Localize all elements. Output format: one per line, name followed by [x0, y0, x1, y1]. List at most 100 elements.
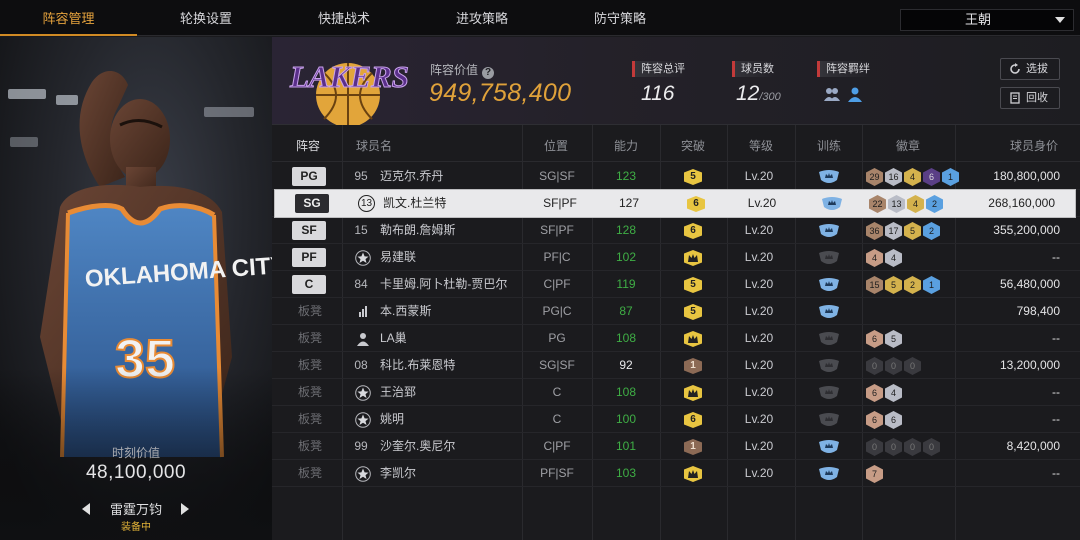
player-level: Lv.20: [744, 304, 774, 318]
training-icon[interactable]: [817, 439, 841, 455]
lineup-value-label: 阵容价值?: [430, 61, 495, 79]
table-row[interactable]: C 84 卡里姆.阿卜杜勒-贾巴尔 C|PF 119 5 Lv.20 15 5 2 1 56,480,…: [272, 271, 1080, 298]
player-position: SF|PF: [543, 196, 577, 210]
lineup-slot-bench: 板凳: [298, 358, 323, 372]
table-row[interactable]: 板凳 99 沙奎尔.奥尼尔 C|PF 101 1 Lv.20 0 0 0 0 8,420,000: [272, 433, 1080, 460]
refresh-icon: [1010, 63, 1020, 74]
table-row[interactable]: 板凳 王治郅 C 108 Lv.20 6 4 --: [272, 379, 1080, 406]
training-icon[interactable]: [817, 169, 841, 185]
star-icon: [355, 385, 371, 401]
training-locked-icon[interactable]: [817, 358, 841, 374]
player-ability: 108: [615, 385, 637, 399]
table-row[interactable]: 板凳 姚明 C 100 6 Lv.20 6 6 --: [272, 406, 1080, 433]
training-icon[interactable]: [820, 196, 844, 212]
lineup-slot-badge: PG: [292, 167, 326, 186]
badge-icon: 4: [885, 249, 902, 267]
training-icon[interactable]: [817, 304, 841, 320]
training-locked-icon[interactable]: [817, 412, 841, 428]
player-level: Lv.20: [744, 412, 774, 426]
player-ability: 92: [619, 358, 633, 372]
table-row[interactable]: SF 15 勒布朗.詹姆斯 SF|PF 128 6 Lv.20 36 17 5 2 355,200,0…: [272, 217, 1080, 244]
table-row[interactable]: SG 13 凯文.杜兰特 SF|PF 127 6 Lv.20 22 13 4 2 268,160,00…: [274, 189, 1076, 218]
player-value: --: [1052, 331, 1060, 345]
player-level: Lv.20: [744, 385, 774, 399]
training-icon[interactable]: [817, 277, 841, 293]
player-name: 本.西蒙斯: [380, 304, 432, 318]
team-select-value: 王朝: [965, 12, 992, 27]
badge-icon: 0: [866, 438, 883, 456]
table-header: 阵容 球员名 位置 能力 突破 等级 训练 徽章 球员身价: [272, 125, 1080, 162]
player-level: Lv.20: [744, 439, 774, 453]
table-row[interactable]: 板凳 李凯尔 PF|SF 103 Lv.20 7 --: [272, 460, 1080, 487]
moment-value: 48,100,000: [85, 462, 187, 483]
player-level: Lv.20: [744, 466, 774, 480]
badge-icon: 0: [885, 357, 902, 375]
team-select-dropdown[interactable]: 王朝: [900, 9, 1074, 31]
lineup-value: 949,758,400: [429, 79, 572, 107]
training-icon[interactable]: [817, 466, 841, 482]
badge-icon: 4: [866, 249, 883, 267]
col-lineup: 阵容: [296, 139, 321, 153]
jersey-number: 13: [358, 195, 375, 212]
player-value: --: [1052, 250, 1060, 264]
tab-defense-strategy[interactable]: 防守策略: [551, 0, 689, 36]
col-level: 等级: [749, 139, 774, 153]
breakthrough-badge: 1: [684, 358, 702, 374]
badge-icon: 4: [907, 195, 924, 213]
recycle-button[interactable]: 回收: [1000, 87, 1060, 109]
tab-quick-tactics[interactable]: 快捷战术: [275, 0, 413, 36]
player-level: Lv.20: [744, 169, 774, 183]
lineup-slot-bench: 板凳: [298, 385, 323, 399]
player-level: Lv.20: [744, 358, 774, 372]
auto-pick-button[interactable]: 选拔: [1000, 58, 1060, 80]
tab-lineup-management[interactable]: 阵容管理: [0, 0, 137, 36]
table-row[interactable]: 板凳 08 科比.布莱恩特 SG|SF 92 1 Lv.20 0 0 0 13,200,000: [272, 352, 1080, 379]
badge-icon: 15: [866, 276, 883, 294]
player-ability: 127: [618, 196, 640, 210]
lineup-slot-bench: 板凳: [298, 466, 323, 480]
table-row[interactable]: PG 95 迈克尔.乔丹 SG|SF 123 5 Lv.20 29 16 4 6 1 180,800,0…: [272, 163, 1080, 190]
badge-icon: 5: [885, 276, 902, 294]
jersey-number: 84: [354, 277, 368, 291]
table-row[interactable]: 板凳 LA巢 PG 108 Lv.20 6 5 --: [272, 325, 1080, 352]
tab-rotation-settings[interactable]: 轮换设置: [137, 0, 275, 36]
top-nav: 阵容管理 轮换设置 快捷战术 进攻策略 防守策略 王朝: [0, 0, 1080, 36]
badge-icon: 0: [904, 438, 921, 456]
col-breakthrough: 突破: [681, 139, 706, 153]
tab-offense-strategy[interactable]: 进攻策略: [413, 0, 551, 36]
crown-icon: [684, 331, 702, 347]
badge-icon: 36: [866, 222, 883, 240]
star-icon: [355, 412, 371, 428]
training-locked-icon[interactable]: [817, 331, 841, 347]
badge-icon: 0: [885, 438, 902, 456]
next-skill-arrow-icon[interactable]: [181, 503, 189, 515]
training-icon[interactable]: [817, 223, 841, 239]
player-position: C: [552, 412, 562, 426]
training-locked-icon[interactable]: [817, 250, 841, 266]
table-row[interactable]: 板凳 本.西蒙斯 PG|C 87 5 Lv.20 798,400: [272, 298, 1080, 325]
crown-icon: [684, 466, 702, 482]
player-ability: 123: [615, 169, 637, 183]
player-position: PG|C: [542, 304, 572, 318]
badge-icon: 0: [904, 357, 921, 375]
lineup-slot-badge: SG: [295, 194, 329, 213]
bond-link-icon[interactable]: [847, 86, 863, 102]
player-value: 268,160,000: [988, 196, 1055, 210]
player-value: --: [1052, 412, 1060, 426]
jersey-number: 08: [354, 358, 368, 372]
badge-icon: 5: [904, 222, 921, 240]
player-value: 355,200,000: [993, 223, 1060, 237]
training-locked-icon[interactable]: [817, 385, 841, 401]
player-ability: 101: [615, 439, 637, 453]
badge-icon: 6: [923, 168, 940, 186]
bond-group-icon[interactable]: [824, 86, 840, 102]
col-position: 位置: [544, 139, 569, 153]
badge-icon: 6: [866, 411, 883, 429]
help-icon[interactable]: ?: [482, 67, 495, 79]
badge-icon: 2: [904, 276, 921, 294]
player-value: 180,800,000: [993, 169, 1060, 183]
jersey-number: 15: [354, 223, 368, 237]
lineup-slot-bench: 板凳: [298, 439, 323, 453]
table-row[interactable]: PF 易建联 PF|C 102 Lv.20 4 4 --: [272, 244, 1080, 271]
player-value: --: [1052, 385, 1060, 399]
